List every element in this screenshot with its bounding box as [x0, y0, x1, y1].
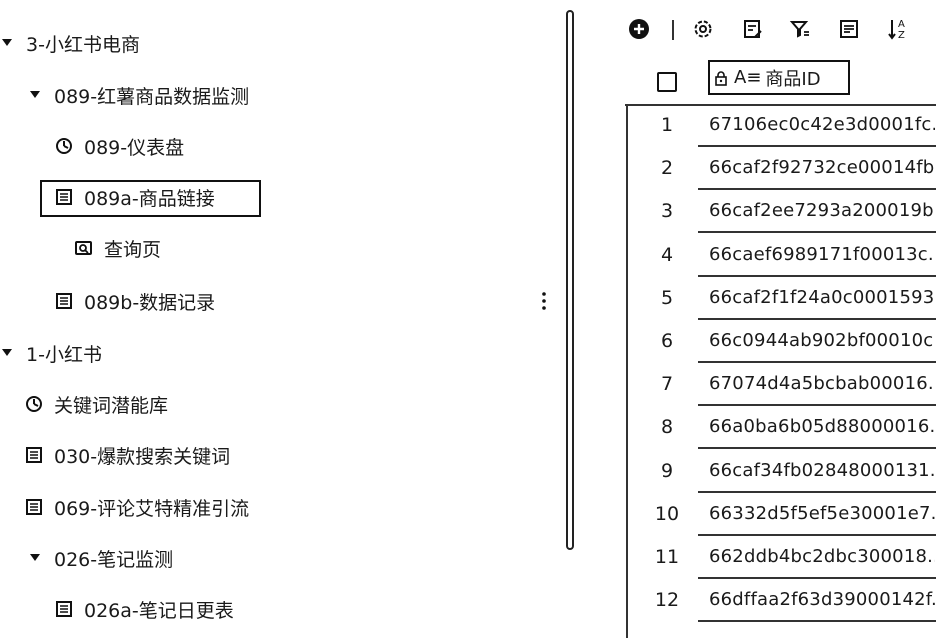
tree-group-xiaohongshu-ecommerce[interactable]: 3-小红书电商: [0, 23, 140, 63]
tree-item-label: 3-小红书电商: [26, 33, 140, 56]
row-number: 9: [660, 459, 674, 482]
tree-group-089[interactable]: 089-红薯商品数据监测: [28, 75, 249, 115]
navigation-tree: 3-小红书电商 089-红薯商品数据监测 089-仪表盘 089a-商品链接 查…: [0, 0, 560, 638]
filter-icon[interactable]: [787, 16, 813, 42]
table-row[interactable]: 12 66dffaa2f63d39000142f...: [628, 579, 936, 623]
table-icon: [24, 497, 44, 517]
settings-icon[interactable]: [690, 16, 716, 42]
row-number: 6: [660, 330, 674, 352]
table-icon: [24, 445, 44, 465]
table-header: A≡ 商品ID: [625, 58, 936, 106]
vertical-scrollbar[interactable]: [566, 10, 574, 550]
sort-icon[interactable]: AZ: [885, 16, 911, 42]
product-id-cell[interactable]: 66332d5f5ef5e30001e7...: [709, 503, 935, 524]
column-header-product-id[interactable]: A≡ 商品ID: [708, 60, 850, 95]
table-row[interactable]: 11 662ddb4bc2dbc300018...: [628, 536, 936, 579]
row-number: 2: [660, 157, 674, 180]
tree-group-xiaohongshu[interactable]: 1-小红书: [0, 333, 102, 373]
product-id-cell[interactable]: 66caf2ee7293a200019b...: [709, 200, 935, 221]
product-id-cell[interactable]: 66caf2f1f24a0c0001593...: [709, 287, 935, 308]
row-number: 12: [654, 589, 680, 612]
product-id-cell[interactable]: 66caf34fb02848000131...: [709, 460, 935, 481]
edit-form-icon[interactable]: [740, 16, 766, 42]
product-id-cell[interactable]: 67074d4a5bcbab00016...: [709, 373, 935, 394]
table-row[interactable]: 8 66a0ba6b05d88000016...: [628, 406, 936, 450]
row-number: 10: [654, 502, 680, 525]
tree-item-label: 关键词潜能库: [54, 394, 169, 417]
tree-item-label: 089b-数据记录: [84, 291, 216, 314]
toolbar-divider: [672, 20, 674, 40]
dashboard-icon: [54, 136, 74, 156]
tree-item-089a-product-links[interactable]: 089a-商品链接: [54, 177, 215, 217]
tree-item-keyword-potential[interactable]: 关键词潜能库: [24, 384, 168, 424]
tree-item-label: 030-爆款搜索关键词: [54, 445, 231, 468]
table-row[interactable]: 7 67074d4a5bcbab00016...: [628, 363, 936, 407]
product-id-cell[interactable]: 66a0ba6b05d88000016...: [709, 416, 935, 437]
product-id-cell[interactable]: 66c0944ab902bf00010c...: [709, 330, 935, 351]
table-row[interactable]: 1 67106ec0c42e3d0001fc...: [628, 104, 936, 147]
tree-item-label: 查询页: [104, 238, 162, 261]
add-icon[interactable]: [626, 16, 652, 42]
tree-item-030[interactable]: 030-爆款搜索关键词: [24, 435, 230, 475]
product-id-cell[interactable]: 66dffaa2f63d39000142f...: [709, 589, 935, 610]
table-row[interactable]: 10 66332d5f5ef5e30001e7...: [628, 493, 936, 536]
product-id-cell[interactable]: 66caf2f92732ce00014fb...: [709, 157, 935, 178]
tree-group-026[interactable]: 026-笔记监测: [28, 538, 173, 578]
table-icon: [54, 291, 74, 311]
tree-item-label: 089a-商品链接: [84, 187, 215, 210]
query-page-icon: [74, 238, 94, 258]
more-options-icon[interactable]: [537, 290, 551, 312]
row-number: 8: [660, 416, 674, 439]
caret-down-icon[interactable]: [28, 554, 42, 562]
caret-down-icon[interactable]: [28, 91, 42, 99]
tree-item-label: 089-仪表盘: [84, 136, 185, 159]
tree-item-026a[interactable]: 026a-笔记日更表: [54, 589, 234, 629]
lock-icon: [714, 70, 728, 86]
caret-down-icon[interactable]: [0, 349, 14, 357]
tree-item-query-page[interactable]: 查询页: [74, 228, 161, 268]
table-row[interactable]: 5 66caf2f1f24a0c0001593...: [628, 277, 936, 320]
tree-item-069[interactable]: 069-评论艾特精准引流: [24, 487, 249, 527]
row-number: 7: [660, 373, 674, 396]
table-row[interactable]: 9 66caf34fb02848000131...: [628, 450, 936, 493]
row-number: 4: [660, 243, 674, 266]
table-icon: [54, 599, 74, 619]
tree-item-089b-data-records[interactable]: 089b-数据记录: [54, 281, 215, 321]
product-id-cell[interactable]: 662ddb4bc2dbc300018...: [709, 546, 935, 567]
table-row[interactable]: 6 66c0944ab902bf00010c...: [628, 320, 936, 363]
svg-text:A: A: [898, 19, 905, 30]
form-icon[interactable]: [836, 16, 862, 42]
select-all-checkbox[interactable]: [657, 72, 677, 92]
tree-item-label: 089-红薯商品数据监测: [54, 85, 250, 108]
grid-toolbar: AZ: [600, 10, 936, 48]
caret-down-icon[interactable]: [0, 39, 14, 47]
table-row[interactable]: 2 66caf2f92732ce00014fb...: [628, 147, 936, 191]
tree-item-label: 026-笔记监测: [54, 548, 174, 571]
column-header-label: 商品ID: [765, 68, 821, 90]
row-number: 11: [654, 546, 680, 568]
row-divider: [698, 620, 936, 623]
tree-item-label: 1-小红书: [26, 343, 102, 366]
tree-item-label: 069-评论艾特精准引流: [54, 497, 250, 520]
product-id-cell[interactable]: 67106ec0c42e3d0001fc...: [709, 114, 935, 135]
table-row[interactable]: 4 66caef6989171f00013c...: [628, 234, 936, 277]
row-number: 3: [660, 200, 674, 223]
tree-item-089-dashboard[interactable]: 089-仪表盘: [54, 126, 184, 166]
table-row[interactable]: 3 66caf2ee7293a200019b...: [628, 190, 936, 234]
row-number: 5: [660, 286, 674, 309]
product-id-cell[interactable]: 66caef6989171f00013c...: [709, 244, 935, 265]
svg-text:Z: Z: [898, 30, 905, 41]
table-icon: [54, 187, 74, 207]
row-number: 1: [660, 114, 674, 136]
dashboard-icon: [24, 394, 44, 414]
text-type-icon: A≡: [734, 67, 762, 88]
tree-item-label: 026a-笔记日更表: [84, 599, 234, 622]
data-grid: AZ A≡ 商品ID 1 67106ec0c42e3d0001fc... 2 66ca…: [600, 0, 936, 638]
